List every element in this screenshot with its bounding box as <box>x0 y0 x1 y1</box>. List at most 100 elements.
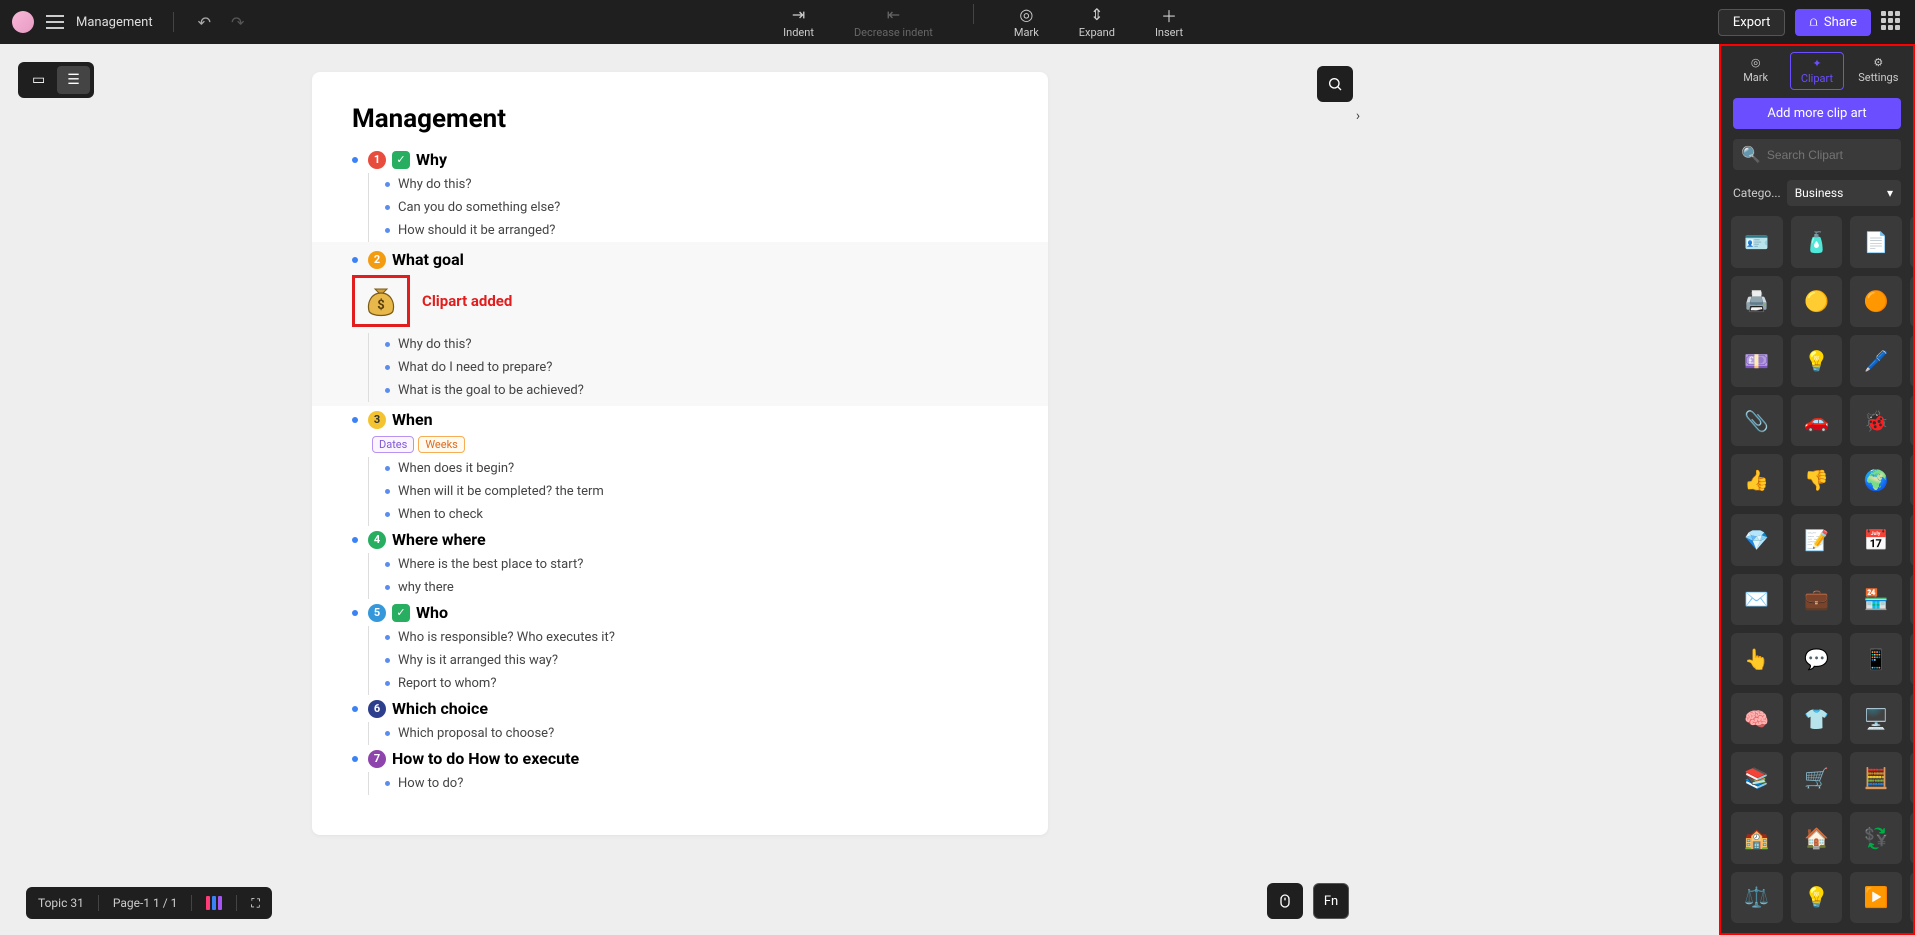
clipart-item[interactable]: 🐞 <box>1850 395 1902 447</box>
clipart-item[interactable]: 👆 <box>1731 633 1783 685</box>
clipart-item[interactable]: 💼 <box>1791 574 1843 626</box>
clipart-item[interactable]: 🏪 <box>1850 574 1902 626</box>
outline-subitem[interactable]: How to do? <box>385 772 1008 795</box>
clipart-item[interactable]: 🖃 <box>1910 216 1913 268</box>
insert-button[interactable]: ＋ Insert <box>1147 4 1191 41</box>
expand-button[interactable]: ⇕ Expand <box>1071 4 1123 41</box>
fullscreen-button[interactable]: ⛶ <box>251 896 259 911</box>
clipart-search[interactable]: 🔍 <box>1733 139 1901 170</box>
clipart-item[interactable]: ✉️ <box>1910 514 1913 566</box>
outline-subitem[interactable]: When does it begin? <box>385 457 1008 480</box>
clipart-item[interactable]: 📱 <box>1850 633 1902 685</box>
clipart-item[interactable]: 📎 <box>1731 395 1783 447</box>
outline-subitem[interactable]: Can you do something else? <box>385 196 1008 219</box>
fn-button[interactable]: Fn <box>1313 883 1349 919</box>
tag-pill[interactable]: Dates <box>372 436 414 453</box>
clipart-item[interactable]: 🟡 <box>1791 276 1843 328</box>
clipart-item[interactable]: 💡 <box>1791 872 1843 924</box>
clipart-item[interactable]: 🌍 <box>1850 454 1902 506</box>
outline-topic[interactable]: 4 Where where <box>352 530 1008 549</box>
clipart-item[interactable]: 📚 <box>1731 752 1783 804</box>
clipart-item[interactable]: 🖊️ <box>1850 335 1902 387</box>
export-button[interactable]: Export <box>1718 9 1786 36</box>
outline-topic[interactable]: 1 ✓ Why <box>352 150 1008 169</box>
clipart-item[interactable]: 🚗 <box>1791 395 1843 447</box>
clipart-item[interactable]: 🧴 <box>1791 216 1843 268</box>
inserted-clipart[interactable]: $ <box>352 275 410 327</box>
clipart-item[interactable]: 🧮 <box>1850 752 1902 804</box>
clipart-item[interactable]: ▶️ <box>1850 872 1902 924</box>
clipart-item[interactable]: 🟠 <box>1850 276 1902 328</box>
clipart-item[interactable]: 💷 <box>1731 335 1783 387</box>
clipart-item[interactable]: 🧭 <box>1910 574 1913 626</box>
category-select[interactable]: Business ▾ <box>1787 180 1901 206</box>
outline-subitem[interactable]: When to check <box>385 503 1008 526</box>
outline-subitem[interactable]: Report to whom? <box>385 672 1008 695</box>
clipart-item[interactable]: 💡 <box>1791 335 1843 387</box>
undo-button[interactable]: ↶ <box>194 9 215 36</box>
indent-button[interactable]: ⇥ Indent <box>775 4 822 41</box>
clipart-item[interactable]: 💬 <box>1791 633 1843 685</box>
outline-topic[interactable]: 2 What goal <box>352 250 1008 269</box>
clipart-item[interactable]: 🖨️ <box>1731 276 1783 328</box>
outline-topic[interactable]: 6 Which choice <box>352 699 1008 718</box>
outline-subitem[interactable]: Why is it arranged this way? <box>385 649 1008 672</box>
panel-tab-settings[interactable]: ⚙ Settings <box>1851 52 1905 90</box>
redo-button[interactable]: ↷ <box>227 9 248 36</box>
page-info[interactable]: Page-1 1 / 1 <box>113 896 178 910</box>
outline-subitem[interactable]: Why do this? <box>385 333 1008 356</box>
share-button[interactable]: ⩍ Share <box>1795 9 1871 36</box>
outline-subitem[interactable]: Who is responsible? Who executes it? <box>385 626 1008 649</box>
outline-subitem[interactable]: why there <box>385 576 1008 599</box>
panel-tab-mark[interactable]: ◎ Mark <box>1729 52 1783 90</box>
outline-subitem[interactable]: When will it be completed? the term <box>385 480 1008 503</box>
add-clipart-button[interactable]: Add more clip art <box>1733 98 1901 129</box>
clipart-item[interactable]: 💰 <box>1910 276 1913 328</box>
clipart-item[interactable]: 👍 <box>1731 454 1783 506</box>
outline-subitem[interactable]: Why do this? <box>385 173 1008 196</box>
clipart-item[interactable]: 🖥️ <box>1850 693 1902 745</box>
clipart-item[interactable]: ⚖️ <box>1731 872 1783 924</box>
clipart-item[interactable]: ❤️ <box>1910 693 1913 745</box>
outline-topic[interactable]: 3 When <box>352 410 1008 429</box>
panel-tab-clipart[interactable]: ✦ Clipart <box>1790 52 1844 90</box>
clipart-item[interactable]: 🏠 <box>1910 752 1913 804</box>
outline-topic[interactable]: 7 How to do How to execute <box>352 749 1008 768</box>
apps-button[interactable] <box>1881 11 1903 33</box>
outline-topic[interactable]: 5 ✓ Who <box>352 603 1008 622</box>
clipart-item[interactable]: 👎 <box>1791 454 1843 506</box>
clipart-item[interactable]: 💎 <box>1731 514 1783 566</box>
collapse-panel-button[interactable]: › <box>1349 98 1367 134</box>
outline-subitem[interactable]: What is the goal to be achieved? <box>385 379 1008 402</box>
clipart-item[interactable]: 📖 <box>1910 872 1913 924</box>
clipart-item[interactable]: 🌐 <box>1910 395 1913 447</box>
clipart-item[interactable]: 🏠 <box>1791 812 1843 864</box>
search-button[interactable] <box>1317 66 1353 102</box>
clipart-item[interactable]: 🛒 <box>1791 752 1843 804</box>
clipart-item[interactable]: 📝 <box>1791 514 1843 566</box>
clipart-item[interactable]: 🪪 <box>1910 812 1913 864</box>
theme-colors[interactable] <box>206 896 222 910</box>
menu-button[interactable] <box>46 15 64 29</box>
mark-button[interactable]: ◎ Mark <box>1006 4 1047 41</box>
clipart-item[interactable]: 📄 <box>1850 216 1902 268</box>
clipart-item[interactable]: ✂️ <box>1910 633 1913 685</box>
clipart-item[interactable]: ✉️ <box>1731 574 1783 626</box>
mindmap-view-button[interactable]: ▭ <box>22 66 55 94</box>
clipart-item[interactable]: 📅 <box>1850 514 1902 566</box>
clipart-item[interactable]: 🏫 <box>1731 812 1783 864</box>
user-avatar[interactable] <box>12 11 34 33</box>
clipart-item[interactable]: 👕 <box>1791 693 1843 745</box>
mouse-mode-button[interactable] <box>1267 883 1303 919</box>
clipart-item[interactable]: 📎 <box>1910 335 1913 387</box>
clipart-item[interactable]: 🧠 <box>1731 693 1783 745</box>
clipart-search-input[interactable] <box>1767 148 1893 162</box>
outline-subitem[interactable]: How should it be arranged? <box>385 219 1008 242</box>
outline-subitem[interactable]: Where is the best place to start? <box>385 553 1008 576</box>
page-title[interactable]: Management <box>352 104 1008 134</box>
outline-view-button[interactable]: ☰ <box>57 66 90 94</box>
clipart-item[interactable]: 🖱️ <box>1910 454 1913 506</box>
outline-subitem[interactable]: Which proposal to choose? <box>385 722 1008 745</box>
tag-pill[interactable]: Weeks <box>418 436 465 453</box>
clipart-item[interactable]: 🪪 <box>1731 216 1783 268</box>
